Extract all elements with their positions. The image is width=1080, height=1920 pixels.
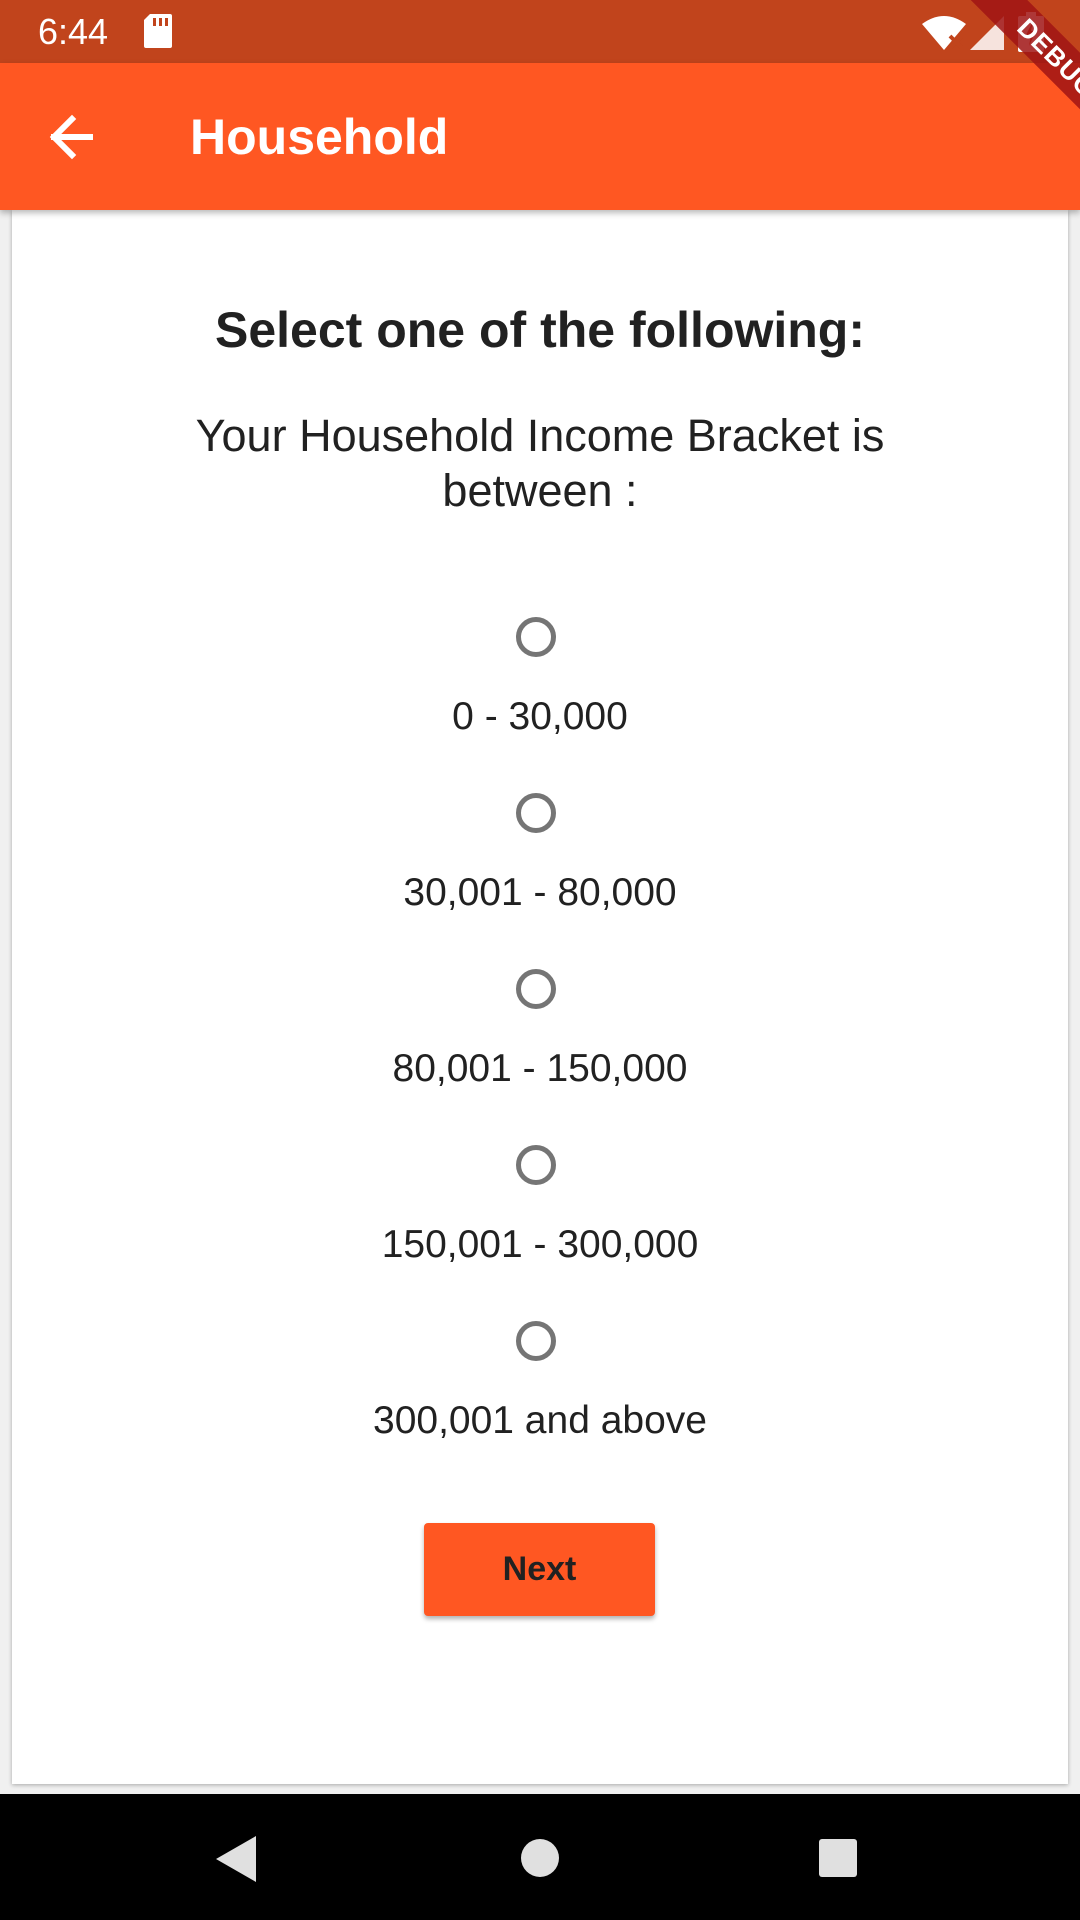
nav-back-icon[interactable] [214, 1834, 260, 1884]
battery-icon [1018, 12, 1044, 52]
option-label: 80,001 - 150,000 [392, 1047, 688, 1090]
radio-button[interactable] [516, 1321, 556, 1361]
option-label: 30,001 - 80,000 [403, 871, 677, 914]
income-option-3[interactable]: 80,001 - 150,000 [12, 965, 1068, 1141]
sd-card-icon [144, 14, 172, 48]
nav-recents-icon[interactable] [818, 1838, 858, 1878]
app-bar: Household [0, 63, 1080, 210]
status-bar: 6:44 [0, 0, 1080, 63]
radio-button[interactable] [516, 969, 556, 1009]
option-label: 0 - 30,000 [452, 695, 628, 738]
form-question: Your Household Income Bracket is between… [195, 410, 885, 516]
option-label: 150,001 - 300,000 [381, 1223, 699, 1266]
next-button[interactable]: Next [424, 1523, 655, 1616]
income-form-card: Select one of the following: Your Househ… [12, 210, 1068, 1784]
navigation-bar [0, 1794, 1080, 1920]
income-option-4[interactable]: 150,001 - 300,000 [12, 1141, 1068, 1317]
income-option-1[interactable]: 0 - 30,000 [12, 613, 1068, 789]
radio-button[interactable] [516, 1145, 556, 1185]
wifi-icon [922, 16, 966, 50]
radio-button[interactable] [516, 793, 556, 833]
income-option-5[interactable]: 300,001 and above [12, 1317, 1068, 1493]
cell-signal-icon [970, 16, 1004, 50]
option-label: 300,001 and above [373, 1399, 707, 1442]
status-time: 6:44 [38, 11, 109, 52]
income-option-2[interactable]: 30,001 - 80,000 [12, 789, 1068, 965]
back-arrow-icon[interactable] [40, 107, 106, 167]
form-heading: Select one of the following: [215, 302, 865, 358]
radio-button[interactable] [516, 617, 556, 657]
nav-home-icon[interactable] [520, 1838, 560, 1878]
page-title: Household [190, 109, 449, 165]
